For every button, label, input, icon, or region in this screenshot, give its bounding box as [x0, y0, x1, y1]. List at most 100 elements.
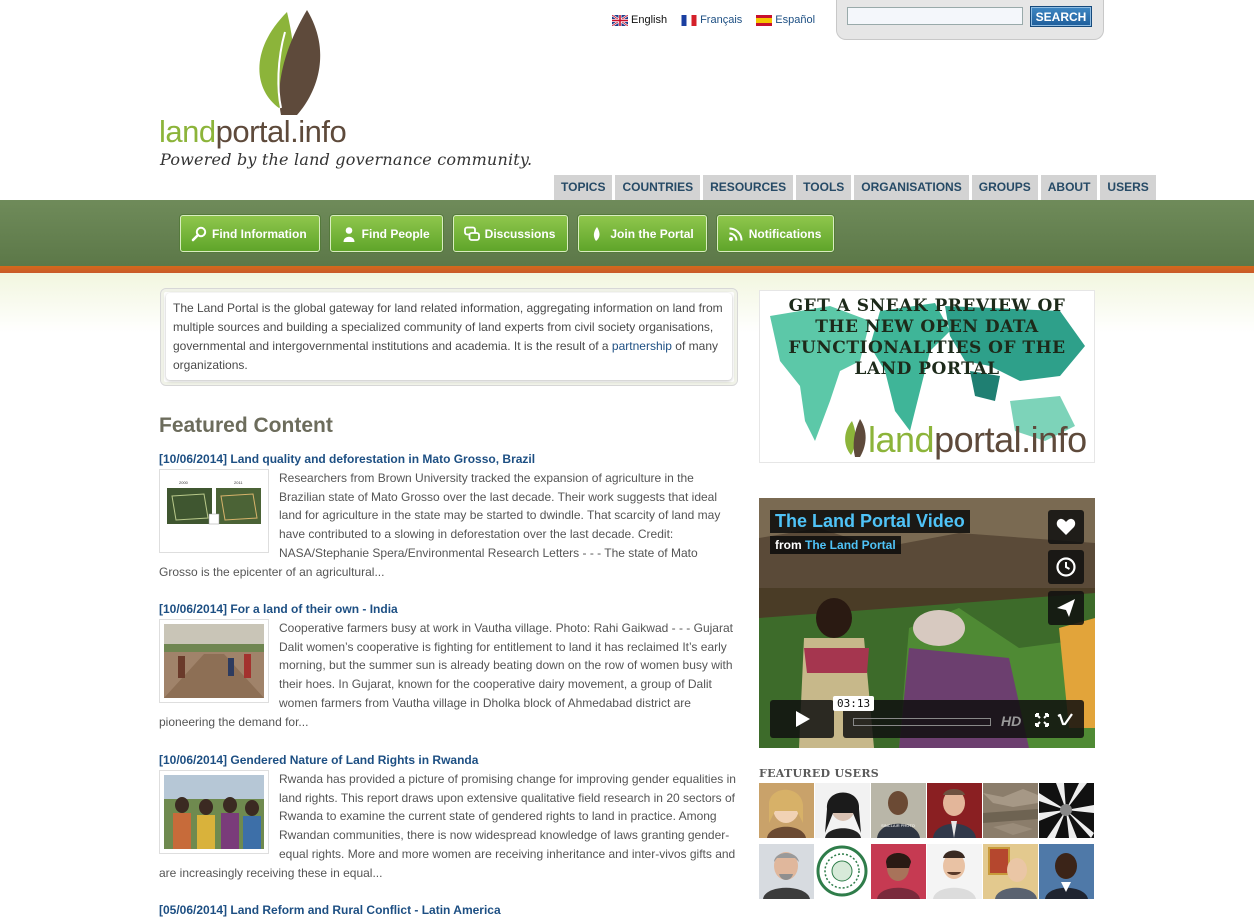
paper-plane-icon: [1057, 599, 1075, 617]
join-portal-button[interactable]: Join the Portal: [578, 215, 707, 252]
nav-groups[interactable]: GROUPS: [971, 175, 1038, 200]
open-data-promo-banner[interactable]: Get a sneak preview of the new open data…: [759, 290, 1095, 463]
featured-item-title[interactable]: [05/06/2014] Land Reform and Rural Confl…: [159, 902, 739, 918]
video-controls: HD: [843, 700, 1084, 738]
language-spanish[interactable]: Español: [756, 12, 815, 28]
user-avatar[interactable]: [815, 844, 870, 899]
share-button[interactable]: [1048, 591, 1084, 625]
video-byline: from The Land Portal: [770, 536, 901, 554]
featured-item: [10/06/2014] Land quality and deforestat…: [159, 451, 739, 581]
featured-item-thumbnail[interactable]: 2000 2011: [159, 469, 269, 553]
search-button[interactable]: SEARCH: [1030, 6, 1092, 27]
avatar: [871, 844, 926, 899]
nav-countries[interactable]: COUNTRIES: [615, 175, 701, 200]
nav-tools[interactable]: TOOLS: [796, 175, 852, 200]
search-input[interactable]: [847, 7, 1023, 25]
intro-box: The Land Portal is the global gateway fo…: [160, 288, 738, 386]
featured-item: [05/06/2014] Land Reform and Rural Confl…: [159, 902, 739, 920]
find-information-button[interactable]: Find Information: [180, 215, 320, 252]
featured-users-heading: FEATURED USERS: [759, 767, 880, 780]
spain-flag-icon: [756, 14, 773, 26]
discussions-button[interactable]: Discussions: [452, 215, 569, 252]
video-progress-bar[interactable]: [853, 718, 991, 726]
avatar: [815, 844, 870, 899]
watch-later-button[interactable]: [1048, 550, 1084, 584]
user-avatar[interactable]: [815, 783, 870, 838]
video-title-link[interactable]: The Land Portal Video: [770, 510, 970, 533]
nav-users[interactable]: USERS: [1100, 175, 1156, 200]
featured-item-title[interactable]: [10/06/2014] Land quality and deforestat…: [159, 451, 739, 467]
main-nav: TOPICS COUNTRIES RESOURCES TOOLS ORGANIS…: [554, 175, 1156, 200]
user-avatar[interactable]: [759, 844, 814, 899]
avatar: [1039, 783, 1094, 838]
leaf-logo-icon: [259, 10, 321, 115]
quick-link-label: Join the Portal: [610, 226, 694, 241]
fullscreen-icon[interactable]: [1035, 713, 1049, 727]
nav-topics[interactable]: TOPICS: [554, 175, 613, 200]
map-comparison-thumbnail: 2000 2011: [164, 474, 264, 548]
language-french[interactable]: Français: [681, 12, 742, 28]
women-group-photo-thumbnail: [164, 775, 264, 849]
featured-item-title[interactable]: [10/06/2014] Gendered Nature of Land Rig…: [159, 752, 739, 768]
user-avatar[interactable]: [983, 783, 1038, 838]
video-player[interactable]: The Land Portal Video from The Land Port…: [759, 498, 1095, 748]
featured-item-thumbnail[interactable]: [159, 619, 269, 703]
featured-item-thumbnail[interactable]: [159, 770, 269, 854]
heart-icon: [1056, 518, 1076, 535]
user-avatar[interactable]: SINCLAIR PHOTO: [871, 783, 926, 838]
language-switcher: English Français Español: [612, 12, 815, 28]
quick-link-label: Notifications: [748, 226, 822, 241]
france-flag-icon: [681, 14, 697, 26]
avatar: [927, 783, 982, 838]
nav-resources[interactable]: RESOURCES: [703, 175, 794, 200]
notifications-button[interactable]: Notifications: [716, 215, 835, 252]
farmers-photo-thumbnail: [164, 624, 264, 698]
site-logo[interactable]: landportal.info Powered by the land gove…: [159, 10, 532, 175]
find-people-button[interactable]: Find People: [329, 215, 443, 252]
user-avatar[interactable]: [1039, 783, 1094, 838]
video-duration: 03:13: [833, 696, 875, 711]
promo-logo-wordmark: landportal.info: [868, 419, 1087, 460]
avatar: SINCLAIR PHOTO: [871, 783, 926, 838]
avatar: [759, 783, 814, 838]
featured-item: [10/06/2014] For a land of their own - I…: [159, 601, 739, 731]
rss-icon: [728, 227, 743, 241]
language-label: Español: [775, 14, 816, 26]
search-box: SEARCH: [836, 0, 1104, 40]
leaf-icon: [594, 226, 600, 241]
language-english[interactable]: English: [612, 12, 667, 28]
avatar: [983, 844, 1038, 899]
user-avatar[interactable]: [927, 844, 982, 899]
partnership-link[interactable]: partnership: [612, 339, 672, 353]
quick-link-label: Discussions: [484, 226, 556, 241]
language-label: Français: [700, 14, 743, 26]
avatar: [1039, 844, 1094, 899]
play-icon: [796, 711, 810, 727]
avatar: [927, 844, 982, 899]
video-author-link[interactable]: The Land Portal: [805, 538, 896, 552]
featured-item-title[interactable]: [10/06/2014] For a land of their own - I…: [159, 601, 739, 617]
play-button[interactable]: [770, 700, 834, 738]
user-avatar[interactable]: [927, 783, 982, 838]
chat-icon: [463, 226, 480, 241]
user-avatar[interactable]: [871, 844, 926, 899]
uk-flag-icon: [612, 14, 628, 26]
logo-tagline: Powered by the land governance community…: [160, 150, 533, 169]
hd-toggle[interactable]: HD: [1001, 713, 1021, 729]
logo-wordmark: landportal.info: [159, 114, 347, 149]
nav-about[interactable]: ABOUT: [1040, 175, 1098, 200]
video-byline-label: from: [775, 538, 802, 552]
user-avatar[interactable]: [759, 783, 814, 838]
nav-organisations[interactable]: ORGANISATIONS: [854, 175, 969, 200]
vimeo-icon[interactable]: [1057, 711, 1073, 727]
person-icon: [343, 226, 355, 242]
user-avatar[interactable]: [1039, 844, 1094, 899]
language-label: English: [631, 14, 668, 26]
intro-text: The Land Portal is the global gateway fo…: [173, 299, 729, 375]
leaf-logo-icon: [845, 419, 866, 457]
like-button[interactable]: [1048, 510, 1084, 544]
quick-links: Find Information Find People Discussions…: [180, 215, 835, 252]
avatar-caption: SINCLAIR PHOTO: [881, 823, 915, 828]
quick-link-label: Find People: [361, 226, 430, 241]
user-avatar[interactable]: [983, 844, 1038, 899]
